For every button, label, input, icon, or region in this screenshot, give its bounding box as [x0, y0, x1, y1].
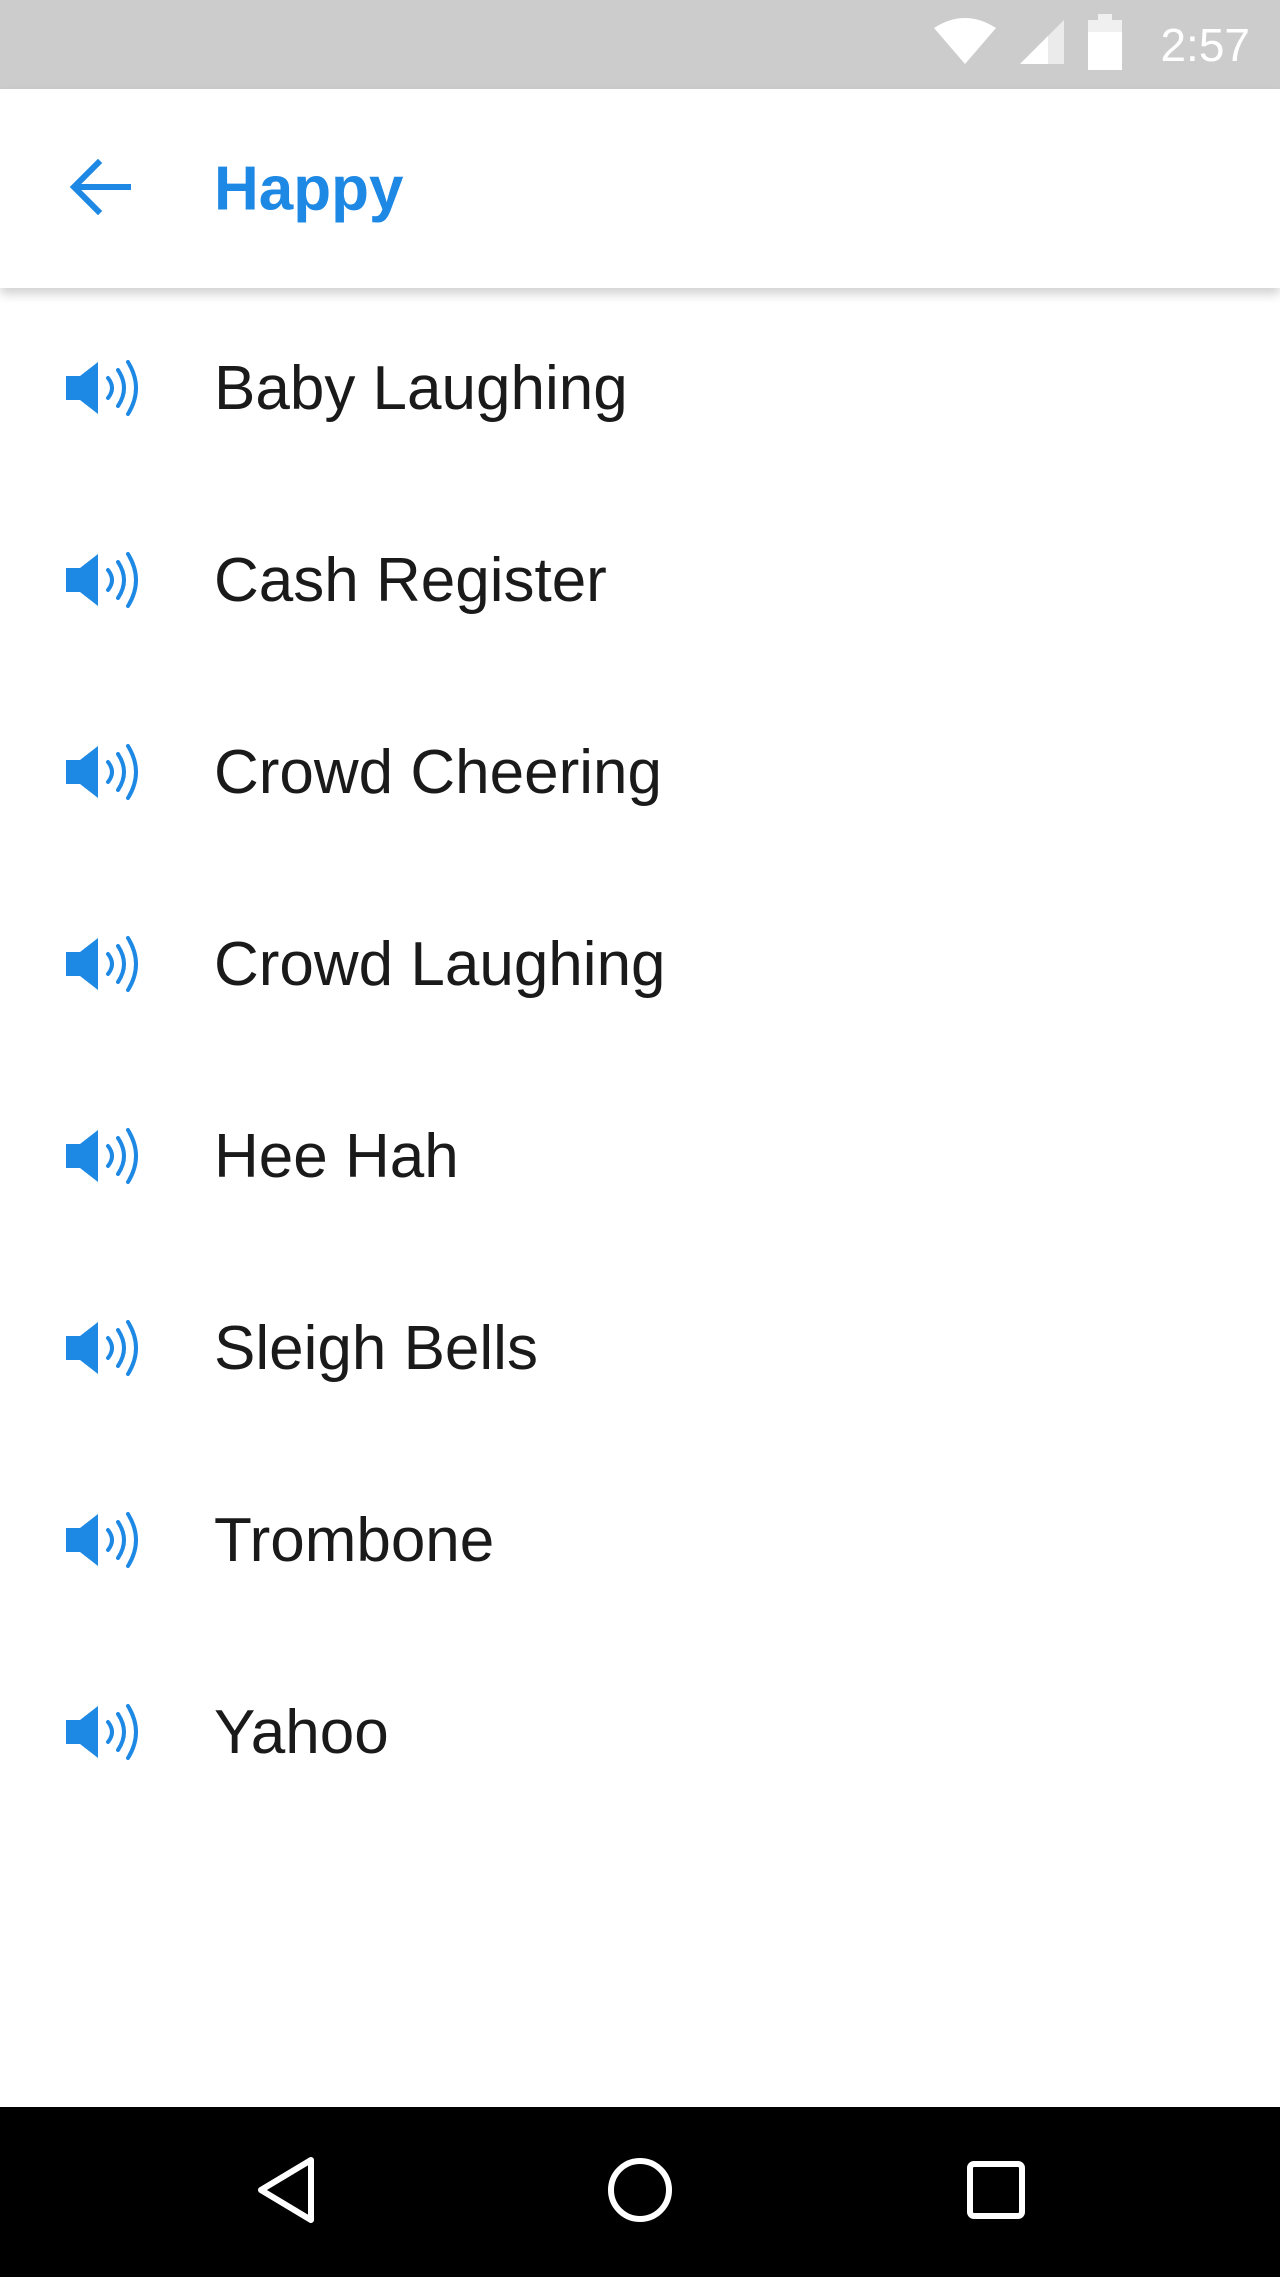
sound-label: Sleigh Bells [214, 1313, 538, 1383]
speaker-icon [64, 1510, 154, 1570]
sound-label: Yahoo [214, 1697, 389, 1767]
speaker-icon [64, 550, 154, 610]
app-bar: Happy [0, 89, 1280, 288]
speaker-icon [64, 934, 154, 994]
status-bar: 2:57 [0, 0, 1280, 89]
back-triangle-icon [255, 2156, 317, 2229]
sound-label: Cash Register [214, 545, 607, 615]
list-item[interactable]: Hee Hah [0, 1076, 1280, 1236]
list-item[interactable]: Trombone [0, 1460, 1280, 1620]
list-item[interactable]: Crowd Laughing [0, 884, 1280, 1044]
sound-label: Crowd Cheering [214, 737, 662, 807]
speaker-icon [64, 742, 154, 802]
sound-label: Trombone [214, 1505, 495, 1575]
sound-label: Crowd Laughing [214, 929, 666, 999]
nav-home-button[interactable] [600, 2152, 680, 2232]
list-item[interactable]: Sleigh Bells [0, 1268, 1280, 1428]
nav-bar [0, 2107, 1280, 2277]
list-item[interactable]: Cash Register [0, 500, 1280, 660]
list-item[interactable]: Crowd Cheering [0, 692, 1280, 852]
list-item[interactable]: Yahoo [0, 1652, 1280, 1812]
speaker-icon [64, 358, 154, 418]
page-title: Happy [214, 154, 404, 223]
back-button[interactable] [60, 149, 140, 229]
wifi-icon [934, 18, 997, 71]
speaker-icon [64, 1126, 154, 1186]
sound-label: Hee Hah [214, 1121, 459, 1191]
screen: 2:57 Happy Baby Laughing Cash Register Cro… [0, 0, 1280, 2277]
nav-back-button[interactable] [246, 2152, 326, 2232]
signal-icon [1018, 18, 1066, 71]
battery-icon [1088, 14, 1123, 75]
speaker-icon [64, 1318, 154, 1378]
sound-label: Baby Laughing [214, 353, 628, 423]
speaker-icon [64, 1702, 154, 1762]
home-circle-icon [607, 2157, 673, 2228]
list-item[interactable]: Baby Laughing [0, 308, 1280, 468]
recents-square-icon [966, 2160, 1026, 2225]
arrow-left-icon [68, 158, 132, 220]
status-icons: 2:57 [934, 14, 1250, 75]
nav-recents-button[interactable] [956, 2152, 1036, 2232]
status-time: 2:57 [1160, 18, 1250, 71]
